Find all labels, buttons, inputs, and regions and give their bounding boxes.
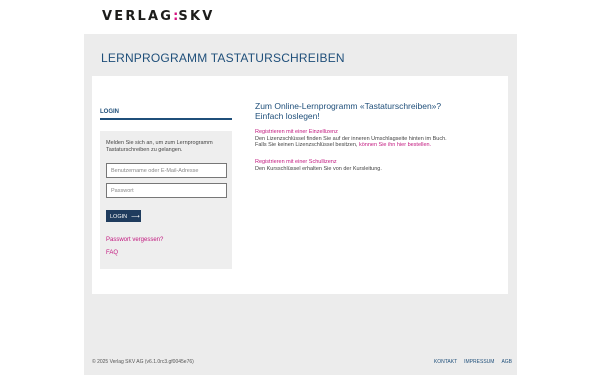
verlag-skv-logo[interactable]: VERLAG:SKV <box>102 9 214 24</box>
footer-link-impressum[interactable]: IMPRESSUM <box>464 359 494 365</box>
login-heading: LOGIN <box>100 109 119 115</box>
login-heading-divider <box>100 118 232 120</box>
login-button[interactable]: LOGIN ⟶ <box>106 210 141 222</box>
footer-links: KONTAKT IMPRESSUM AGB <box>434 359 512 365</box>
page-title: LERNPROGRAMM TASTATURSCHREIBEN <box>101 51 345 65</box>
logo-text-left: VERLAG <box>102 9 174 24</box>
info-heading: Zum Online-Lernprogramm «Tastaturschreib… <box>255 101 441 121</box>
forgot-password-link[interactable]: Passwort vergessen? <box>106 237 163 243</box>
single-license-section: Registrieren mit einer Einzellizenz Den … <box>255 129 447 149</box>
order-license-link[interactable]: können Sie ihn hier bestellen. <box>359 142 431 148</box>
login-button-label: LOGIN <box>110 214 128 220</box>
footer-link-kontakt[interactable]: KONTAKT <box>434 359 457 365</box>
single-license-line2: Falls Sie keinen Lizenzschlüssel besitze… <box>255 142 447 149</box>
school-license-line1: Den Kursschlüssel erhalten Sie von der K… <box>255 165 382 172</box>
password-input[interactable]: Passwort <box>106 183 227 198</box>
login-intro-text: Melden Sie sich an, um zum Lernprogramm … <box>106 140 213 153</box>
footer-link-agb[interactable]: AGB <box>501 359 512 365</box>
faq-link[interactable]: FAQ <box>106 250 118 256</box>
school-license-section: Registrieren mit einer Schullizenz Den K… <box>255 159 382 172</box>
info-heading-line2: Einfach loslegen! <box>255 110 320 121</box>
username-input[interactable]: Benutzername oder E-Mail-Adresse <box>106 163 227 178</box>
logo-text-right: SKV <box>178 9 215 24</box>
single-license-line2-text: Falls Sie keinen Lizenzschlüssel besitze… <box>255 142 359 148</box>
copyright-text: © 2025 Verlag SKV AG (v6.1.0rc3.gf0045e7… <box>92 359 194 365</box>
arrow-right-icon: ⟶ <box>131 214 140 220</box>
top-bar: VERLAG:SKV <box>0 0 600 34</box>
